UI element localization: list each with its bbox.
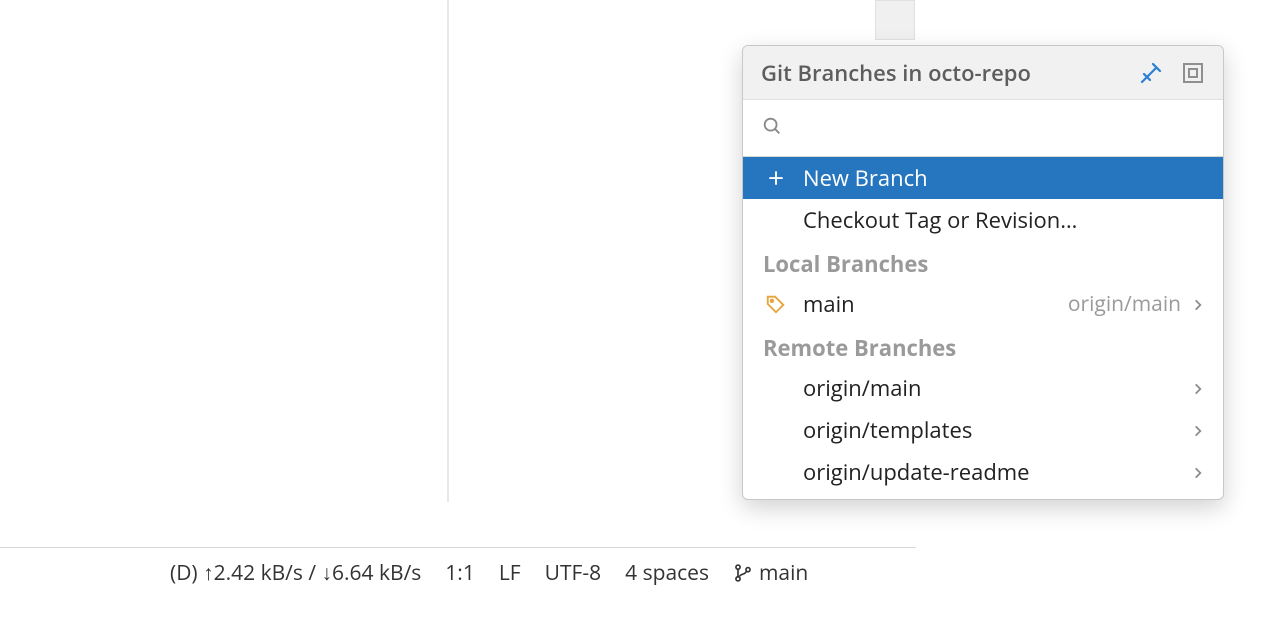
plus-icon bbox=[763, 169, 789, 187]
popup-title: Git Branches in octo-repo bbox=[761, 58, 1121, 88]
status-network[interactable]: (D) ↑2.42 kB/s / ↓6.64 kB/s bbox=[170, 559, 421, 587]
editor-gutter-divider bbox=[447, 0, 449, 502]
new-branch-item[interactable]: New Branch bbox=[743, 157, 1223, 199]
chevron-right-icon bbox=[1191, 415, 1205, 445]
git-branches-popup: Git Branches in octo-repo New Branch Che… bbox=[742, 45, 1224, 500]
remote-branch-item[interactable]: origin/templates bbox=[743, 409, 1223, 451]
popup-header: Git Branches in octo-repo bbox=[743, 46, 1223, 100]
tag-icon bbox=[763, 293, 789, 315]
chevron-right-icon bbox=[1191, 289, 1205, 319]
status-git-branch[interactable]: main bbox=[733, 559, 808, 587]
editor-scroll-marker bbox=[875, 0, 915, 40]
pin-icon[interactable] bbox=[1139, 61, 1163, 85]
expand-icon[interactable] bbox=[1181, 61, 1205, 85]
checkout-tag-label: Checkout Tag or Revision… bbox=[803, 205, 1205, 235]
remote-branch-name: origin/templates bbox=[803, 415, 1191, 445]
search-icon bbox=[757, 115, 783, 142]
checkout-tag-item[interactable]: Checkout Tag or Revision… bbox=[743, 199, 1223, 241]
status-bar: (D) ↑2.42 kB/s / ↓6.64 kB/s 1:1 LF UTF-8… bbox=[0, 547, 916, 597]
remote-branches-header: Remote Branches bbox=[743, 325, 1223, 367]
remote-branch-item[interactable]: origin/main bbox=[743, 367, 1223, 409]
local-branch-name: main bbox=[803, 289, 1068, 319]
new-branch-label: New Branch bbox=[803, 163, 1205, 193]
git-branch-icon bbox=[733, 563, 753, 583]
local-branches-header: Local Branches bbox=[743, 241, 1223, 283]
chevron-right-icon bbox=[1191, 373, 1205, 403]
status-git-branch-label: main bbox=[759, 559, 808, 587]
remote-branch-name: origin/main bbox=[803, 373, 1191, 403]
branch-search-input[interactable] bbox=[791, 117, 1209, 140]
status-indent[interactable]: 4 spaces bbox=[625, 559, 709, 587]
branch-menu-list: New Branch Checkout Tag or Revision… Loc… bbox=[743, 157, 1223, 499]
remote-branch-name: origin/update-readme bbox=[803, 457, 1191, 487]
status-caret-position[interactable]: 1:1 bbox=[445, 559, 475, 587]
status-line-ending[interactable]: LF bbox=[499, 559, 521, 587]
local-branch-item[interactable]: main origin/main bbox=[743, 283, 1223, 325]
popup-search-row bbox=[743, 100, 1223, 157]
chevron-right-icon bbox=[1191, 457, 1205, 487]
local-branch-tracking: origin/main bbox=[1068, 290, 1181, 318]
bottom-padding bbox=[0, 597, 1276, 630]
status-encoding[interactable]: UTF-8 bbox=[545, 559, 601, 587]
remote-branch-item[interactable]: origin/update-readme bbox=[743, 451, 1223, 493]
